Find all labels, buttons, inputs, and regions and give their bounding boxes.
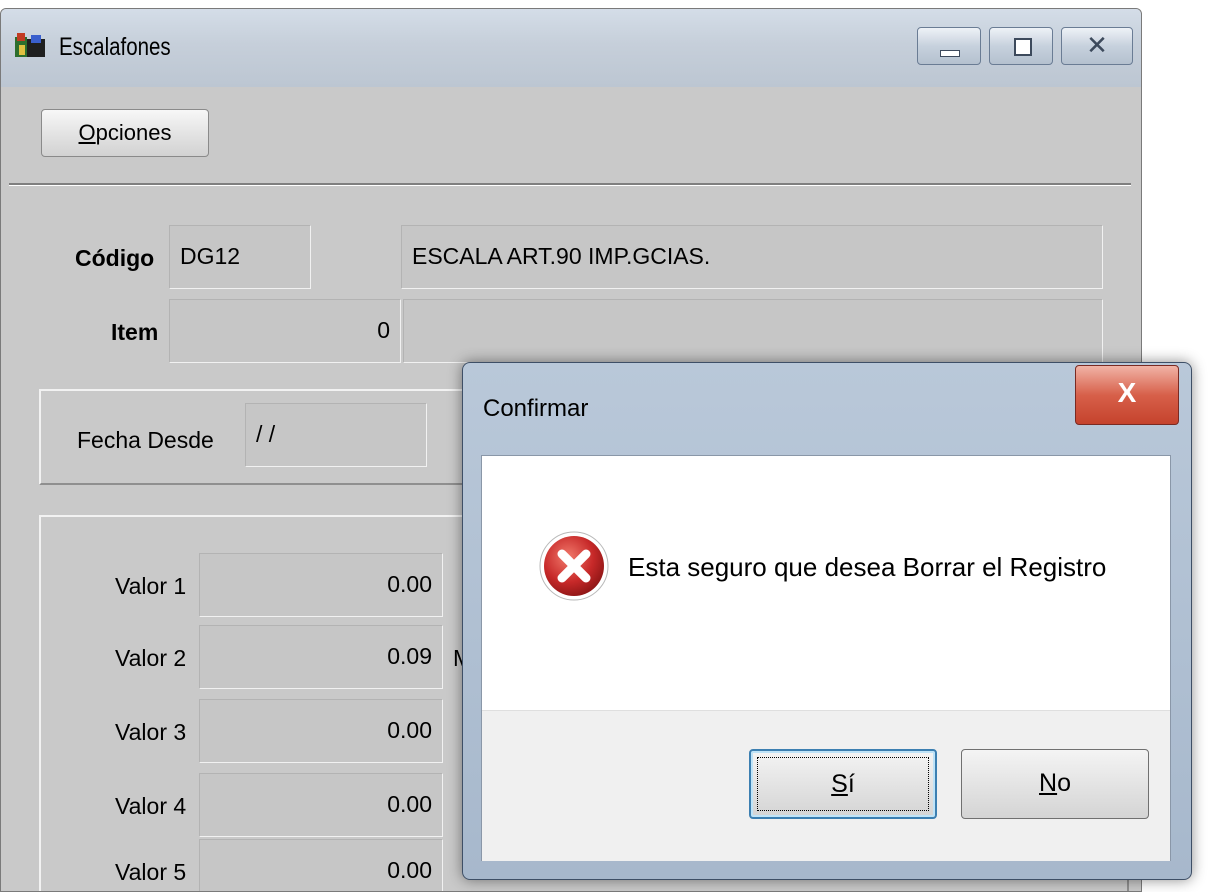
error-icon bbox=[539, 531, 609, 601]
opciones-button[interactable]: Opciones bbox=[41, 109, 209, 157]
valor-3-label: Valor 3 bbox=[115, 719, 187, 745]
valor-4-field[interactable]: 0.00 bbox=[199, 773, 443, 837]
fecha-desde-field[interactable]: / / bbox=[245, 403, 427, 467]
codigo-label: Código bbox=[75, 245, 155, 271]
title-bar[interactable]: Escalafones ✕ bbox=[1, 9, 1141, 87]
codigo-field[interactable]: DG12 bbox=[169, 225, 311, 289]
valor-1-label: Valor 1 bbox=[115, 573, 187, 599]
valor-2-field[interactable]: 0.09 bbox=[199, 625, 443, 689]
item-field[interactable]: 0 bbox=[169, 299, 401, 363]
valor-3-field[interactable]: 0.00 bbox=[199, 699, 443, 763]
dialog-close-icon: X bbox=[1117, 377, 1137, 408]
yes-button[interactable]: Sí bbox=[749, 749, 937, 819]
maximize-button[interactable] bbox=[989, 27, 1053, 65]
toolbar-separator bbox=[9, 183, 1131, 186]
close-button[interactable]: ✕ bbox=[1061, 27, 1133, 65]
dialog-message: Esta seguro que desea Borrar el Registro bbox=[628, 552, 1107, 582]
dialog-title: Confirmar bbox=[483, 395, 589, 422]
item-desc-field[interactable] bbox=[403, 299, 1103, 363]
app-icon bbox=[15, 33, 45, 57]
focus-rectangle bbox=[757, 757, 929, 811]
valor-2-label: Valor 2 bbox=[115, 645, 187, 671]
opciones-label: pciones bbox=[95, 120, 172, 145]
valor-1-field[interactable]: 0.00 bbox=[199, 553, 443, 617]
valor-4-label: Valor 4 bbox=[115, 793, 187, 819]
close-icon: ✕ bbox=[1086, 30, 1108, 60]
descripcion-field[interactable]: ESCALA ART.90 IMP.GCIAS. bbox=[401, 225, 1103, 289]
minimize-button[interactable] bbox=[917, 27, 981, 65]
window-title: Escalafones bbox=[59, 33, 171, 61]
valor-5-label: Valor 5 bbox=[115, 859, 187, 885]
no-mnemonic: N bbox=[1039, 769, 1058, 797]
no-label: o bbox=[1057, 769, 1071, 797]
dialog-close-button[interactable]: X bbox=[1075, 365, 1179, 425]
item-label: Item bbox=[111, 319, 159, 345]
fecha-desde-label: Fecha Desde bbox=[77, 427, 214, 453]
no-button[interactable]: No bbox=[961, 749, 1149, 819]
confirm-dialog: Confirmar X Esta seguro que desea Borrar… bbox=[462, 362, 1192, 880]
valor-5-field[interactable]: 0.00 bbox=[199, 839, 443, 891]
opciones-mnemonic: O bbox=[78, 120, 96, 145]
